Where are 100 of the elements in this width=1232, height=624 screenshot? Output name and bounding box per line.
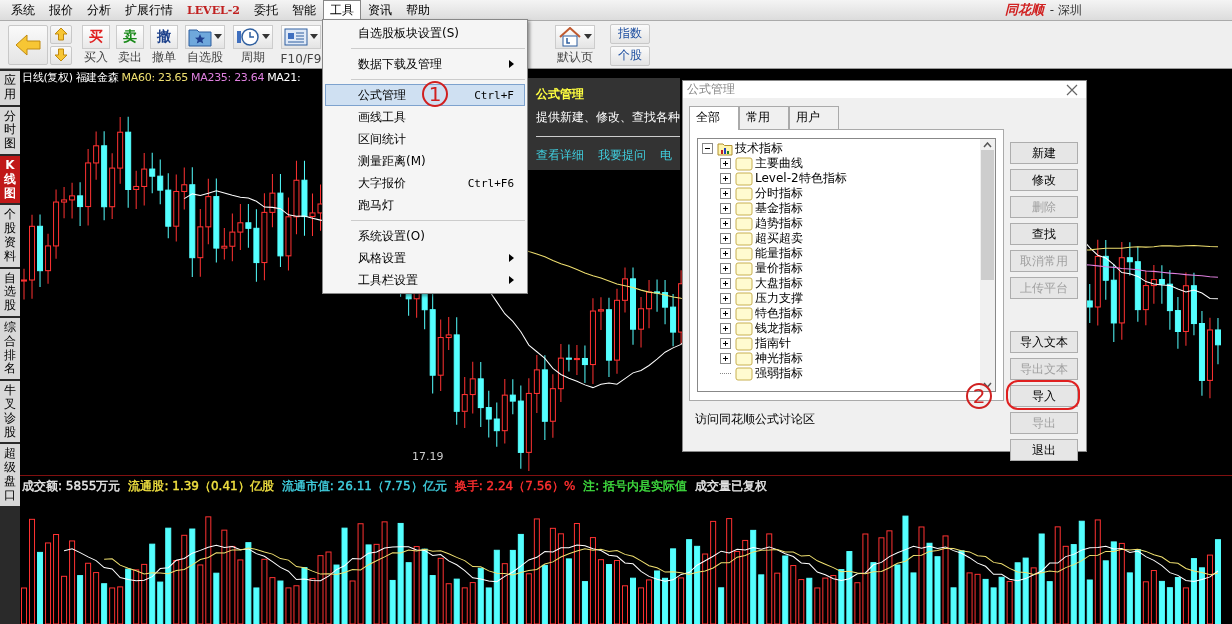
expand-toggle-icon[interactable]: [720, 248, 731, 259]
menu-entry[interactable]: 跑马灯: [325, 194, 525, 216]
side-tab[interactable]: 个股资料: [0, 205, 20, 267]
tooltip-link[interactable]: 电: [660, 147, 672, 164]
tree-item[interactable]: 强弱指标: [755, 365, 803, 382]
dialog-button[interactable]: 查找: [1010, 223, 1078, 245]
scroll-down-icon[interactable]: [983, 382, 992, 388]
menu-entry[interactable]: 数据下载及管理: [325, 53, 525, 75]
expand-toggle-icon[interactable]: [720, 278, 731, 289]
dialog-tab[interactable]: 全部: [689, 106, 739, 130]
info-text: 流通股: 1.39（0.41）亿股: [128, 478, 274, 494]
menu-item[interactable]: 报价: [42, 0, 80, 21]
clock-icon: [236, 26, 260, 47]
tree-item[interactable]: 钱龙指标: [755, 320, 803, 337]
left-arrow-icon: [14, 32, 42, 57]
trade-button[interactable]: 卖 卖出: [114, 22, 146, 67]
tooltip-title: 公式管理: [536, 86, 585, 103]
tree-item[interactable]: 压力支撑: [755, 290, 803, 307]
expand-toggle-icon[interactable]: [720, 173, 731, 184]
dialog-button[interactable]: 导入: [1010, 385, 1078, 407]
menu-item[interactable]: 扩展行情: [118, 0, 180, 21]
period-button[interactable]: 周期: [230, 22, 276, 67]
menu-item[interactable]: 智能: [285, 0, 323, 21]
dialog-tab[interactable]: 用户: [789, 106, 839, 129]
tree-item[interactable]: 主要曲线: [755, 155, 803, 172]
tooltip-link[interactable]: 我要提问: [598, 147, 646, 164]
menu-entry[interactable]: 风格设置: [325, 247, 525, 269]
side-tab[interactable]: 超级盘口: [0, 444, 20, 506]
folder-icon: [735, 246, 753, 261]
expand-toggle-icon[interactable]: [720, 188, 731, 199]
trade-button[interactable]: 买 买入: [80, 22, 112, 67]
side-tab[interactable]: K线图: [0, 156, 20, 204]
side-tab[interactable]: 综合排名: [0, 317, 20, 380]
menu-item[interactable]: 工具: [323, 0, 361, 21]
indicator-value: MA21:: [267, 70, 301, 84]
scrollbar[interactable]: [980, 139, 995, 391]
tooltip-link[interactable]: 查看详细: [536, 147, 584, 164]
tree-item[interactable]: 大盘指标: [755, 275, 803, 292]
menu-item[interactable]: 帮助: [399, 0, 437, 21]
trade-button[interactable]: 撤 撤单: [148, 22, 180, 67]
menu-item[interactable]: 系统: [4, 0, 42, 21]
folder-icon: [735, 366, 753, 381]
f10-button[interactable]: F10/F9: [278, 22, 324, 67]
dialog-button[interactable]: 修改: [1010, 169, 1078, 191]
tree-item[interactable]: 指南针: [755, 335, 791, 352]
expand-toggle-icon[interactable]: [720, 293, 731, 304]
menu-entry[interactable]: 系统设置(O): [325, 225, 525, 247]
menu-entry[interactable]: 自选股板块设置(S): [325, 22, 525, 44]
expand-toggle-icon[interactable]: [720, 323, 731, 334]
tree-item[interactable]: 超买超卖: [755, 230, 803, 247]
tree-item[interactable]: 量价指标: [755, 260, 803, 277]
tree-item[interactable]: 技术指标: [735, 140, 783, 157]
menu-entry[interactable]: 大字报价 Ctrl+F6: [325, 172, 525, 194]
tree-item[interactable]: 特色指标: [755, 305, 803, 322]
down-button[interactable]: [50, 45, 72, 65]
menu-entry[interactable]: 公式管理 1 Ctrl+F: [325, 84, 525, 106]
menu-item[interactable]: 分析: [80, 0, 118, 21]
menu-item[interactable]: 委托: [247, 0, 285, 21]
folder-icon: [735, 231, 753, 246]
forum-link[interactable]: 访问同花顺公式讨论区: [689, 411, 1004, 428]
favorites-button[interactable]: 自选股: [182, 22, 228, 67]
period-label: 日线(复权): [22, 69, 73, 85]
menu-entry[interactable]: 测量距离(M): [325, 150, 525, 172]
expand-toggle-icon[interactable]: [720, 158, 731, 169]
view-switch-button[interactable]: 个股: [610, 45, 650, 66]
scroll-up-icon[interactable]: [983, 142, 992, 148]
up-button[interactable]: [50, 24, 72, 44]
side-tab[interactable]: 应用: [0, 71, 20, 105]
expand-toggle-icon[interactable]: [720, 203, 731, 214]
side-tab[interactable]: 分时图: [0, 106, 20, 154]
price-label: 17.19: [412, 450, 444, 463]
dialog-tab[interactable]: 常用: [739, 106, 789, 129]
tree-item[interactable]: 趋势指标: [755, 215, 803, 232]
collapse-toggle-icon[interactable]: [702, 143, 713, 154]
caret-icon: [584, 34, 592, 39]
home-button[interactable]: 默认页: [552, 22, 598, 67]
menu-item[interactable]: 资讯: [361, 0, 399, 21]
side-tab[interactable]: 自选股: [0, 268, 20, 316]
menu-item[interactable]: LEVEL-2: [180, 1, 247, 19]
expand-toggle-icon[interactable]: [720, 218, 731, 229]
tree-item[interactable]: 神光指标: [755, 350, 803, 367]
dialog-button[interactable]: 退出: [1010, 439, 1078, 461]
dialog-button[interactable]: 新建: [1010, 142, 1078, 164]
tooltip-description: 提供新建、修改、查找各种: [536, 109, 680, 137]
menu-entry[interactable]: 工具栏设置: [325, 269, 525, 291]
tree-item[interactable]: 能量指标: [755, 245, 803, 262]
expand-toggle-icon[interactable]: [720, 233, 731, 244]
expand-toggle-icon[interactable]: [720, 353, 731, 364]
side-tab[interactable]: 牛叉诊股: [0, 381, 20, 443]
close-icon[interactable]: [1066, 83, 1078, 96]
expand-toggle-icon[interactable]: [720, 308, 731, 319]
menu-entry[interactable]: 画线工具: [325, 106, 525, 128]
expand-toggle-icon[interactable]: [720, 338, 731, 349]
dialog-button[interactable]: 导入文本: [1010, 331, 1078, 353]
tree-item[interactable]: Level-2特色指标: [755, 170, 847, 187]
expand-toggle-icon[interactable]: [720, 263, 731, 274]
tree-item[interactable]: 分时指标: [755, 185, 803, 202]
tree-item[interactable]: 基金指标: [755, 200, 803, 217]
menu-entry[interactable]: 区间统计: [325, 128, 525, 150]
view-switch-button[interactable]: 指数: [610, 23, 650, 44]
